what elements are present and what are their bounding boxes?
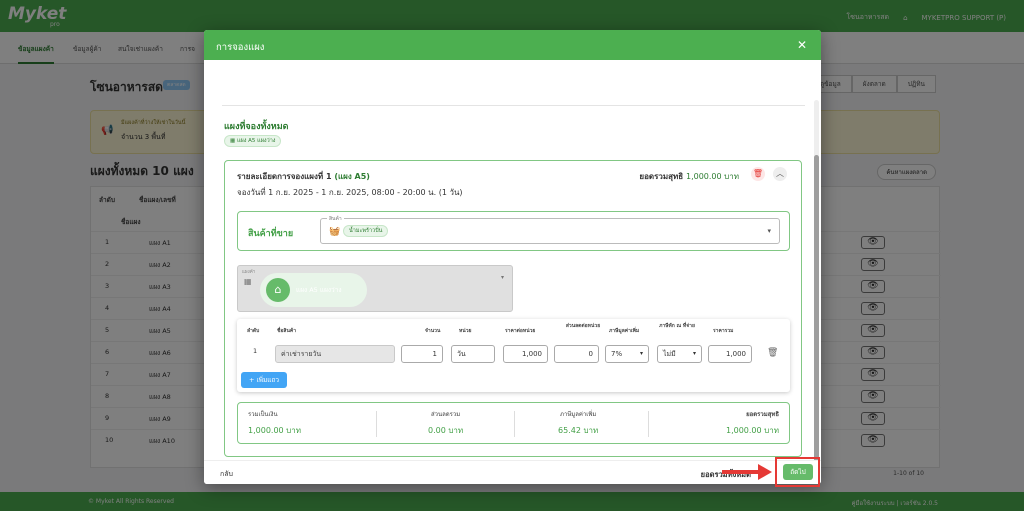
section-title: แผงที่จองทั้งหมด [224, 122, 289, 132]
product-select-legend: สินค้า [327, 215, 344, 223]
col-header-unit: หน่วย [459, 328, 472, 334]
col-header-wht: ภาษีหัก ณ ที่จ่าย [659, 323, 695, 329]
wht-select[interactable]: ไม่มี ▾ [657, 345, 702, 363]
store-icon: ▦ [244, 277, 252, 286]
card-total: ยอดรวมสุทธิ 1,000.00 บาท [639, 172, 739, 181]
qty-field[interactable]: 1 [401, 345, 443, 363]
chevron-down-icon: ▾ [692, 350, 696, 357]
chevron-down-icon: ▾ [500, 274, 504, 281]
booking-detail-card: รายละเอียดการจองแผงที่ 1 (แผง A5) จองวัน… [224, 160, 802, 457]
modal-body: แผงที่จองทั้งหมด ▦ แผง A5 แผงว่าง รายละเ… [204, 60, 821, 480]
stall-chip-label: แผง A5 แผงว่าง [296, 286, 342, 294]
col-header-index: ลำดับ [247, 328, 260, 334]
selected-stall-chip: ▦ แผง A5 แผงว่าง [224, 135, 282, 147]
stall-chip: ⌂ แผง A5 แผงว่าง [260, 273, 367, 307]
basket-icon: 🧺 [329, 227, 341, 237]
divider [648, 411, 649, 437]
store-icon: ▦ [230, 138, 237, 144]
product-section: สินค้าที่ขาย สินค้า 🧺 น้ำมะพร้าวปั่น ▾ [237, 211, 790, 251]
annotation-arrow [722, 470, 760, 474]
divider [376, 411, 377, 437]
delete-icon[interactable]: 🗑 [751, 167, 765, 181]
section-divider [222, 105, 805, 106]
chevron-down-icon[interactable]: ▾ [767, 227, 771, 235]
col-header-vat: ภาษีมูลค่าเพิ่ม [609, 328, 640, 334]
product-chip[interactable]: น้ำมะพร้าวปั่น [343, 225, 389, 237]
item-name-field: ค่าเช่ารายวัน [275, 345, 395, 363]
summary-net: ยอดรวมสุทธิ 1,000.00 บาท [725, 411, 779, 435]
add-row-button[interactable]: + เพิ่มแถว [241, 372, 288, 388]
chevron-down-icon: ▾ [639, 350, 643, 357]
close-icon[interactable]: ✕ [797, 38, 807, 52]
items-table: ลำดับ ชื่อสินค้า จำนวน หน่วย ราคาต่อหน่ว… [237, 319, 790, 392]
scrollbar-thumb[interactable] [814, 155, 819, 480]
col-header-unit-price: ราคาต่อหน่วย [505, 328, 536, 334]
modal-title: การจองแผง [216, 42, 265, 53]
vat-select[interactable]: 7% ▾ [605, 345, 649, 363]
discount-field[interactable]: 0 [554, 345, 599, 363]
row-index: 1 [253, 347, 258, 355]
modal-header: การจองแผง ✕ [204, 30, 821, 60]
product-label: สินค้าที่ขาย [248, 229, 294, 239]
stall-legend: แผงค้า [242, 270, 256, 275]
col-header-item-name: ชื่อสินค้า [277, 328, 297, 334]
divider [514, 411, 515, 437]
summary-vat: ภาษีมูลค่าเพิ่ม 65.42 บาท [558, 411, 599, 435]
unit-price-field[interactable]: 1,000 [503, 345, 548, 363]
summary-discount: ส่วนลดรวม 0.00 บาท [428, 411, 464, 435]
booking-modal: การจองแผง ✕ แผงที่จองทั้งหมด ▦ แผง A5 แผ… [204, 30, 821, 484]
stall-select: แผงค้า ▦ ⌂ แผง A5 แผงว่าง ▾ [237, 265, 513, 312]
unit-field[interactable]: วัน [451, 345, 495, 363]
chevron-up-icon[interactable]: ︿ [773, 167, 787, 181]
col-header-total: ราคารวม [713, 328, 734, 334]
booking-date: จองวันที่ 1 ก.ย. 2025 - 1 ก.ย. 2025, 08:… [237, 188, 463, 197]
product-select[interactable]: สินค้า 🧺 น้ำมะพร้าวปั่น ▾ [320, 215, 780, 244]
line-total-field[interactable]: 1,000 [708, 345, 752, 363]
summary-subtotal: รวมเป็นเงิน 1,000.00 บาท [248, 411, 302, 435]
trash-icon[interactable]: 🗑 [767, 348, 778, 358]
back-button[interactable]: กลับ [220, 469, 233, 480]
annotation-highlight-box [775, 457, 820, 487]
card-title: รายละเอียดการจองแผงที่ 1 (แผง A5) [237, 172, 370, 181]
annotation-arrow-head [758, 464, 772, 480]
col-header-qty: จำนวน [425, 328, 441, 334]
storefront-icon: ⌂ [266, 278, 290, 302]
col-header-discount: ส่วนลดต่อหน่วย [565, 323, 601, 329]
summary-box: รวมเป็นเงิน 1,000.00 บาท ส่วนลดรวม 0.00 … [237, 402, 790, 444]
